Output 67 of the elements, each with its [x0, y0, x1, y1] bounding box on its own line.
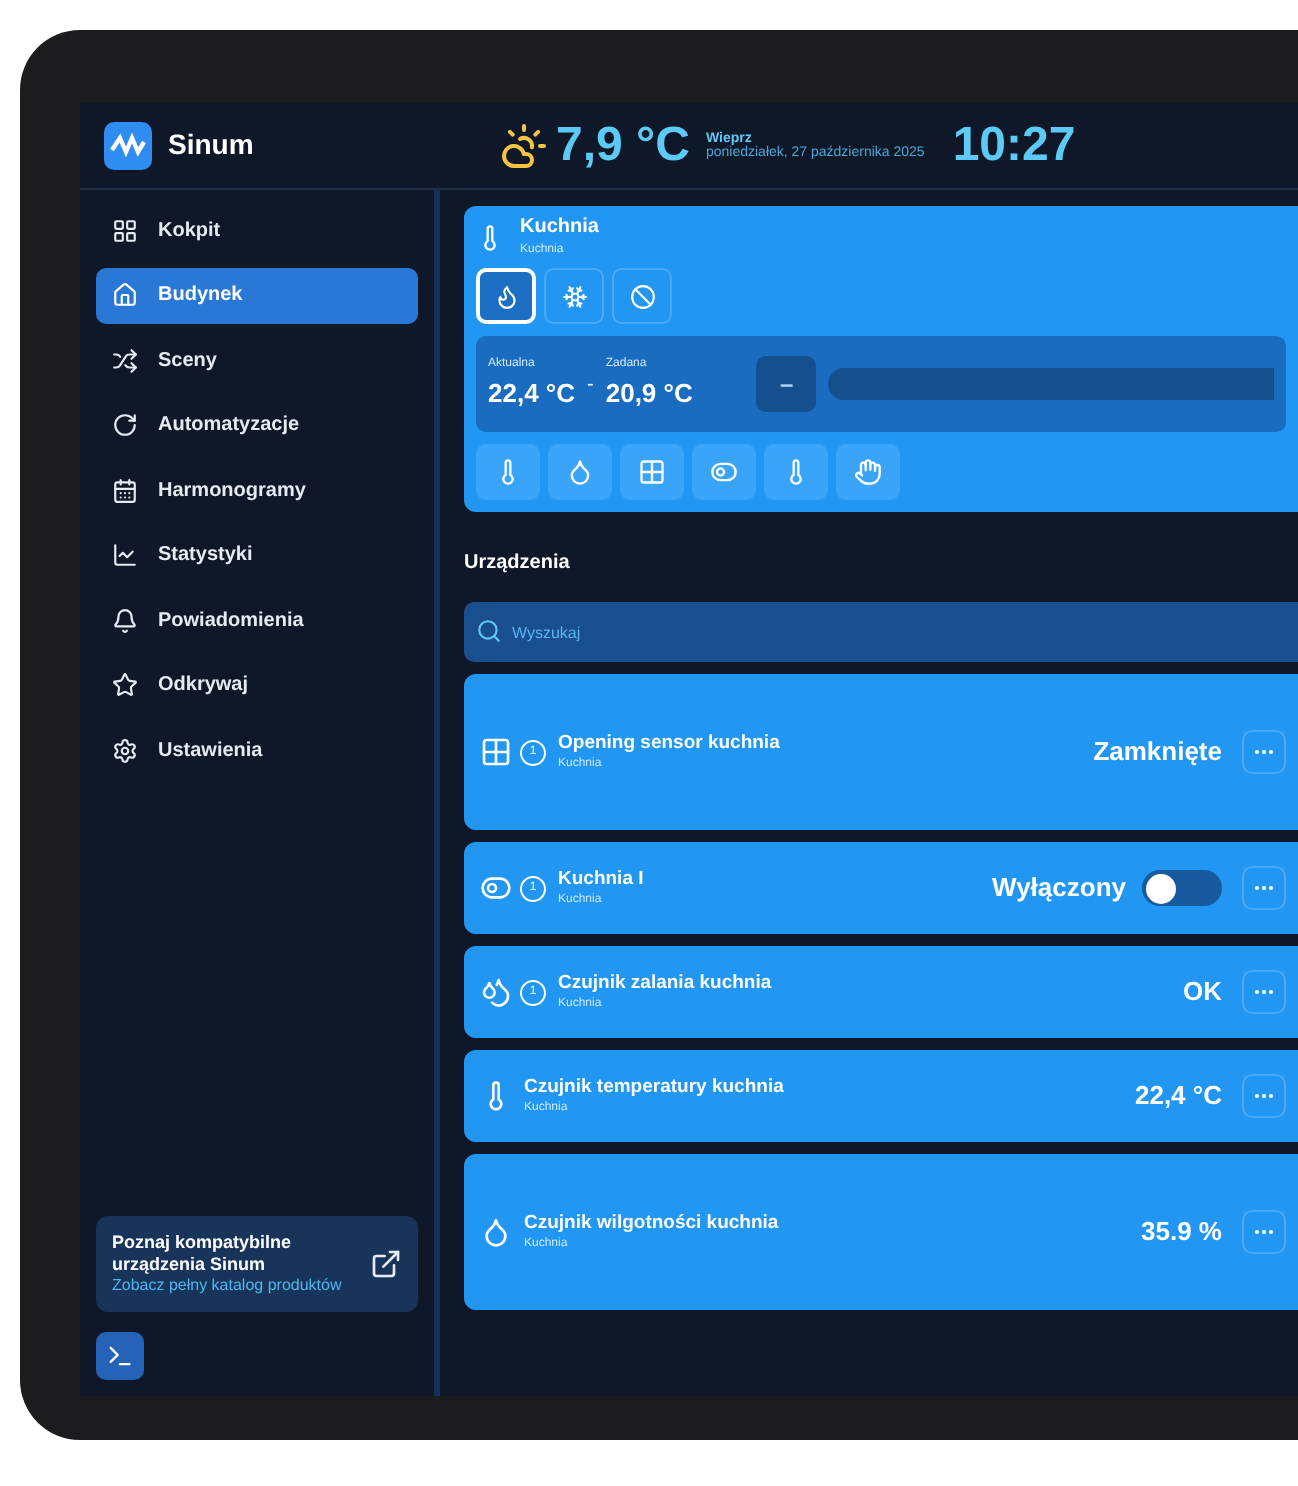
section-title: Urządzenia [464, 550, 572, 578]
logo-icon [104, 121, 152, 169]
star-icon [112, 672, 138, 698]
search-field[interactable]: Wyszukaj [464, 602, 1298, 662]
external-link-icon [370, 1248, 402, 1280]
mode-button[interactable] [544, 268, 604, 324]
droplet-icon [566, 458, 594, 486]
toggle-switch[interactable] [1142, 870, 1222, 906]
current-temperature: 22,4 °C [488, 375, 576, 412]
window-icon [638, 458, 666, 486]
bell-icon [112, 607, 138, 633]
terminal-icon [106, 1342, 134, 1370]
device-status: 35.9 % [1141, 1214, 1222, 1251]
slider-track[interactable] [828, 368, 1274, 400]
sidebar-item[interactable]: Harmonogramy [96, 462, 418, 518]
range-separator: - [587, 371, 594, 399]
filter-button[interactable] [836, 444, 900, 500]
filter-button[interactable] [692, 444, 756, 500]
terminal-button[interactable] [96, 1332, 144, 1380]
grid-icon [112, 217, 138, 243]
sidebar-item[interactable]: Budynek [96, 267, 418, 323]
droplet-icon [480, 1216, 512, 1248]
sidebar-item[interactable]: Statystyki [96, 527, 418, 583]
toggle-icon [710, 458, 738, 486]
clock-time: 10:27 [952, 115, 1076, 175]
device-status: 22,4 °C [1134, 1078, 1222, 1115]
device-status: OK [1183, 974, 1222, 1011]
sidebar-item[interactable]: Sceny [96, 332, 418, 388]
sidebar-item[interactable]: Odkrywaj [96, 657, 418, 713]
filter-button[interactable] [764, 444, 828, 500]
sidebar-item[interactable]: Ustawienia [96, 722, 418, 778]
room-title: Kuchnia [520, 218, 599, 238]
sidebar-item[interactable]: Powiadomienia [96, 592, 418, 648]
device-name: Czujnik temperatury kuchnia [524, 1077, 784, 1097]
device-name: Czujnik wilgotności kuchnia [524, 1213, 779, 1233]
snowflake-icon [561, 283, 587, 309]
shuffle-icon [112, 347, 138, 373]
app-name: Sinum [168, 126, 254, 164]
device-status: Zamknięte [1093, 734, 1222, 771]
filter-button[interactable] [548, 444, 612, 500]
target-temperature: 20,9 °C [605, 375, 693, 412]
calendar-icon [112, 477, 138, 503]
catalog-link[interactable]: Zobacz pełny katalog produktów [112, 1276, 354, 1296]
refresh-icon [112, 412, 138, 438]
device-name: Opening sensor kuchnia [558, 733, 780, 753]
device-name: Czujnik zalania kuchnia [558, 973, 772, 993]
device-name: Kuchnia I [558, 869, 644, 889]
outdoor-temperature: 7,9 °C [556, 115, 690, 175]
toggle-icon [480, 872, 512, 904]
house-icon [112, 282, 138, 308]
filter-button[interactable] [620, 444, 684, 500]
sidebar-item[interactable]: Automatyzacje [96, 397, 418, 453]
mode-button[interactable] [612, 268, 672, 324]
settings-icon [112, 737, 138, 763]
weather-icon [500, 121, 548, 169]
sidebar-item[interactable]: Kokpit [96, 202, 418, 258]
search-icon [476, 618, 502, 644]
promo-title: Poznaj kompatybilne urządzenia Sinum [112, 1232, 294, 1276]
hand-icon [854, 458, 882, 486]
chart-icon [112, 542, 138, 568]
off-icon [629, 283, 655, 309]
window-icon [480, 736, 512, 768]
filter-button[interactable] [476, 444, 540, 500]
droplets-icon [480, 976, 512, 1008]
flame-icon [493, 283, 519, 309]
decrease-button[interactable]: – [756, 356, 817, 412]
device-status: Wyłączony [992, 870, 1126, 907]
